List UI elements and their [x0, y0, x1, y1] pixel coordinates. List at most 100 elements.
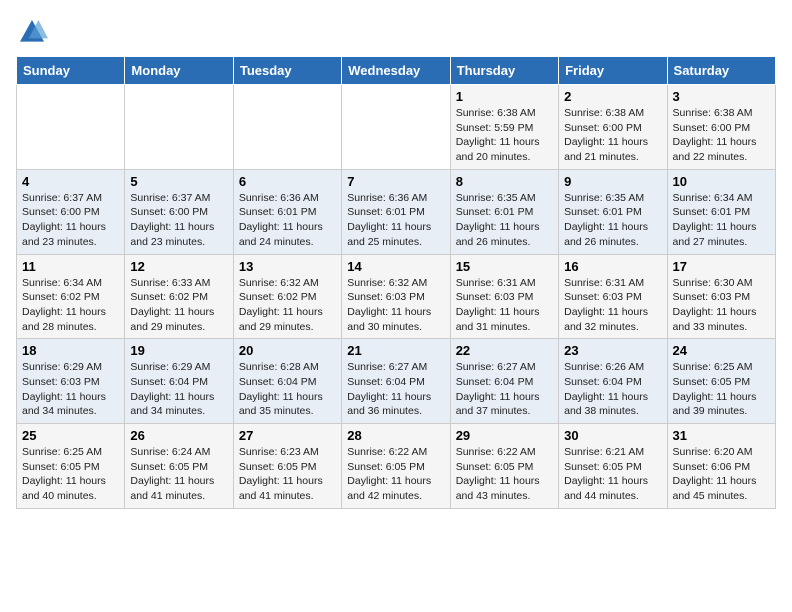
- day-number: 20: [239, 343, 336, 358]
- calendar-cell: 1 Sunrise: 6:38 AM Sunset: 5:59 PM Daylig…: [450, 85, 558, 170]
- calendar-cell: 15 Sunrise: 6:31 AM Sunset: 6:03 PM Dayli…: [450, 254, 558, 339]
- calendar-table: SundayMondayTuesdayWednesdayThursdayFrid…: [16, 56, 776, 509]
- calendar-cell: 14 Sunrise: 6:32 AM Sunset: 6:03 PM Dayli…: [342, 254, 450, 339]
- day-info: Sunrise: 6:38 AM Sunset: 6:00 PM Dayligh…: [564, 106, 661, 165]
- day-number: 21: [347, 343, 444, 358]
- calendar-cell: 12 Sunrise: 6:33 AM Sunset: 6:02 PM Dayli…: [125, 254, 233, 339]
- day-number: 26: [130, 428, 227, 443]
- calendar-cell: 20 Sunrise: 6:28 AM Sunset: 6:04 PM Dayli…: [233, 339, 341, 424]
- day-number: 30: [564, 428, 661, 443]
- calendar-cell: 27Sunrise: 6:23 AM Sunset: 6:05 PM Dayli…: [233, 424, 341, 509]
- calendar-cell: [233, 85, 341, 170]
- calendar-cell: 5 Sunrise: 6:37 AM Sunset: 6:00 PM Daylig…: [125, 169, 233, 254]
- day-number: 7: [347, 174, 444, 189]
- day-number: 19: [130, 343, 227, 358]
- day-number: 28: [347, 428, 444, 443]
- day-number: 14: [347, 259, 444, 274]
- day-info: Sunrise: 6:26 AM Sunset: 6:04 PM Dayligh…: [564, 360, 661, 419]
- day-info: Sunrise: 6:38 AM Sunset: 6:00 PM Dayligh…: [673, 106, 770, 165]
- day-number: 17: [673, 259, 770, 274]
- calendar-cell: 9 Sunrise: 6:35 AM Sunset: 6:01 PM Daylig…: [559, 169, 667, 254]
- calendar-cell: 21 Sunrise: 6:27 AM Sunset: 6:04 PM Dayli…: [342, 339, 450, 424]
- calendar-cell: 8Sunrise: 6:35 AM Sunset: 6:01 PM Daylig…: [450, 169, 558, 254]
- day-info: Sunrise: 6:36 AM Sunset: 6:01 PM Dayligh…: [239, 191, 336, 250]
- calendar-week-row: 4 Sunrise: 6:37 AM Sunset: 6:00 PM Daylig…: [17, 169, 776, 254]
- calendar-cell: 7 Sunrise: 6:36 AM Sunset: 6:01 PM Daylig…: [342, 169, 450, 254]
- day-number: 29: [456, 428, 553, 443]
- day-info: Sunrise: 6:27 AM Sunset: 6:04 PM Dayligh…: [347, 360, 444, 419]
- calendar-cell: [342, 85, 450, 170]
- day-info: Sunrise: 6:22 AM Sunset: 6:05 PM Dayligh…: [347, 445, 444, 504]
- calendar-cell: 25Sunrise: 6:25 AM Sunset: 6:05 PM Dayli…: [17, 424, 125, 509]
- day-number: 16: [564, 259, 661, 274]
- day-info: Sunrise: 6:32 AM Sunset: 6:03 PM Dayligh…: [347, 276, 444, 335]
- day-info: Sunrise: 6:37 AM Sunset: 6:00 PM Dayligh…: [130, 191, 227, 250]
- day-number: 18: [22, 343, 119, 358]
- calendar-cell: 3 Sunrise: 6:38 AM Sunset: 6:00 PM Daylig…: [667, 85, 775, 170]
- day-number: 23: [564, 343, 661, 358]
- calendar-cell: 11Sunrise: 6:34 AM Sunset: 6:02 PM Dayli…: [17, 254, 125, 339]
- calendar-cell: 30 Sunrise: 6:21 AM Sunset: 6:05 PM Dayli…: [559, 424, 667, 509]
- day-number: 9: [564, 174, 661, 189]
- calendar-cell: 23 Sunrise: 6:26 AM Sunset: 6:04 PM Dayli…: [559, 339, 667, 424]
- calendar-cell: 17 Sunrise: 6:30 AM Sunset: 6:03 PM Dayli…: [667, 254, 775, 339]
- day-number: 8: [456, 174, 553, 189]
- calendar-header: SundayMondayTuesdayWednesdayThursdayFrid…: [17, 57, 776, 85]
- weekday-header: Monday: [125, 57, 233, 85]
- weekday-header: Wednesday: [342, 57, 450, 85]
- calendar-cell: 6Sunrise: 6:36 AM Sunset: 6:01 PM Daylig…: [233, 169, 341, 254]
- day-number: 4: [22, 174, 119, 189]
- day-info: Sunrise: 6:24 AM Sunset: 6:05 PM Dayligh…: [130, 445, 227, 504]
- day-number: 1: [456, 89, 553, 104]
- calendar-cell: [125, 85, 233, 170]
- calendar-body: 1 Sunrise: 6:38 AM Sunset: 5:59 PM Daylig…: [17, 85, 776, 509]
- calendar-cell: 22Sunrise: 6:27 AM Sunset: 6:04 PM Dayli…: [450, 339, 558, 424]
- calendar-cell: 28 Sunrise: 6:22 AM Sunset: 6:05 PM Dayli…: [342, 424, 450, 509]
- day-info: Sunrise: 6:32 AM Sunset: 6:02 PM Dayligh…: [239, 276, 336, 335]
- day-info: Sunrise: 6:25 AM Sunset: 6:05 PM Dayligh…: [22, 445, 119, 504]
- calendar-cell: 26 Sunrise: 6:24 AM Sunset: 6:05 PM Dayli…: [125, 424, 233, 509]
- day-info: Sunrise: 6:20 AM Sunset: 6:06 PM Dayligh…: [673, 445, 770, 504]
- day-number: 10: [673, 174, 770, 189]
- logo: [16, 16, 52, 48]
- day-info: Sunrise: 6:33 AM Sunset: 6:02 PM Dayligh…: [130, 276, 227, 335]
- day-info: Sunrise: 6:35 AM Sunset: 6:01 PM Dayligh…: [564, 191, 661, 250]
- calendar-cell: 2 Sunrise: 6:38 AM Sunset: 6:00 PM Daylig…: [559, 85, 667, 170]
- page-header: [16, 16, 776, 48]
- day-info: Sunrise: 6:21 AM Sunset: 6:05 PM Dayligh…: [564, 445, 661, 504]
- weekday-header-row: SundayMondayTuesdayWednesdayThursdayFrid…: [17, 57, 776, 85]
- day-info: Sunrise: 6:29 AM Sunset: 6:04 PM Dayligh…: [130, 360, 227, 419]
- day-number: 5: [130, 174, 227, 189]
- calendar-cell: 10 Sunrise: 6:34 AM Sunset: 6:01 PM Dayli…: [667, 169, 775, 254]
- weekday-header: Thursday: [450, 57, 558, 85]
- day-info: Sunrise: 6:36 AM Sunset: 6:01 PM Dayligh…: [347, 191, 444, 250]
- day-number: 24: [673, 343, 770, 358]
- weekday-header: Tuesday: [233, 57, 341, 85]
- day-info: Sunrise: 6:29 AM Sunset: 6:03 PM Dayligh…: [22, 360, 119, 419]
- day-number: 2: [564, 89, 661, 104]
- weekday-header: Friday: [559, 57, 667, 85]
- day-info: Sunrise: 6:30 AM Sunset: 6:03 PM Dayligh…: [673, 276, 770, 335]
- day-info: Sunrise: 6:23 AM Sunset: 6:05 PM Dayligh…: [239, 445, 336, 504]
- calendar-cell: 19 Sunrise: 6:29 AM Sunset: 6:04 PM Dayli…: [125, 339, 233, 424]
- calendar-cell: 4 Sunrise: 6:37 AM Sunset: 6:00 PM Daylig…: [17, 169, 125, 254]
- calendar-cell: 31Sunrise: 6:20 AM Sunset: 6:06 PM Dayli…: [667, 424, 775, 509]
- day-info: Sunrise: 6:38 AM Sunset: 5:59 PM Dayligh…: [456, 106, 553, 165]
- calendar-cell: 13 Sunrise: 6:32 AM Sunset: 6:02 PM Dayli…: [233, 254, 341, 339]
- day-info: Sunrise: 6:25 AM Sunset: 6:05 PM Dayligh…: [673, 360, 770, 419]
- day-info: Sunrise: 6:34 AM Sunset: 6:01 PM Dayligh…: [673, 191, 770, 250]
- day-info: Sunrise: 6:37 AM Sunset: 6:00 PM Dayligh…: [22, 191, 119, 250]
- day-number: 3: [673, 89, 770, 104]
- day-number: 22: [456, 343, 553, 358]
- day-info: Sunrise: 6:31 AM Sunset: 6:03 PM Dayligh…: [456, 276, 553, 335]
- day-number: 12: [130, 259, 227, 274]
- calendar-cell: 16Sunrise: 6:31 AM Sunset: 6:03 PM Dayli…: [559, 254, 667, 339]
- day-number: 15: [456, 259, 553, 274]
- day-info: Sunrise: 6:28 AM Sunset: 6:04 PM Dayligh…: [239, 360, 336, 419]
- calendar-week-row: 18 Sunrise: 6:29 AM Sunset: 6:03 PM Dayli…: [17, 339, 776, 424]
- day-number: 13: [239, 259, 336, 274]
- calendar-week-row: 1 Sunrise: 6:38 AM Sunset: 5:59 PM Daylig…: [17, 85, 776, 170]
- weekday-header: Saturday: [667, 57, 775, 85]
- logo-icon: [16, 16, 48, 48]
- day-number: 11: [22, 259, 119, 274]
